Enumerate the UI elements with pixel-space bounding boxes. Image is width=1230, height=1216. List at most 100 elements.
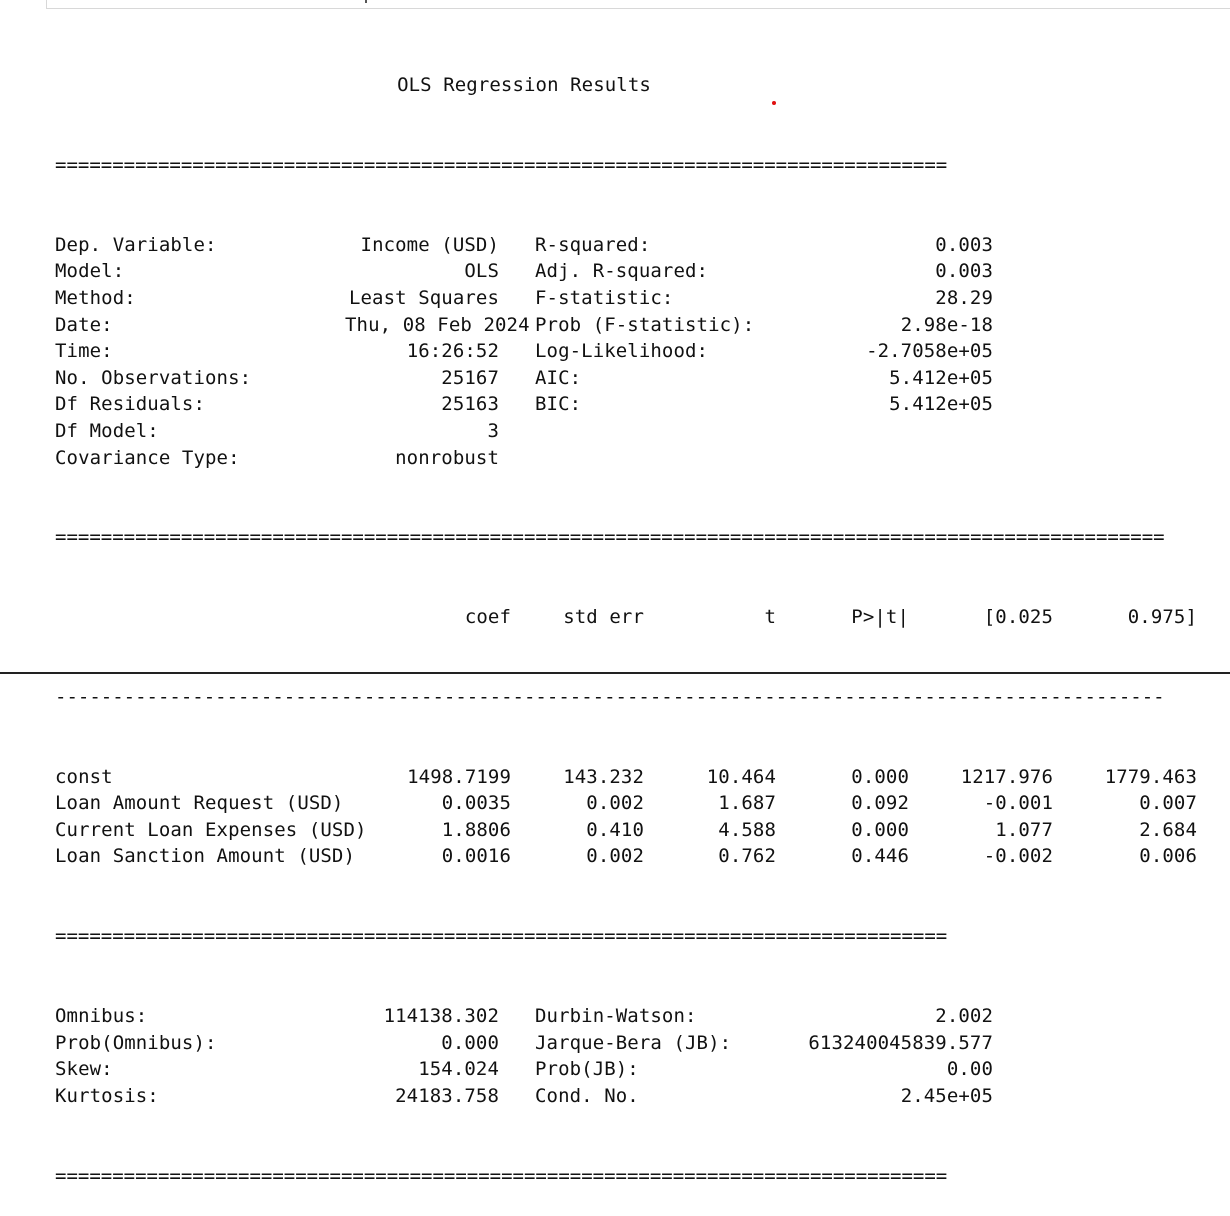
summary-row: Df Residuals: 25163 BIC: 5.412e+05 <box>55 391 1197 418</box>
diagnostics-section: Omnibus: 114138.302 Durbin-Watson: 2.002 Pro… <box>55 1003 1197 1109</box>
summary-row: Method: Least Squares F-statistic: 28.29 <box>55 285 1197 312</box>
summary-section: Dep. Variable: Income (USD) R-squared: 0.00… <box>55 232 1197 471</box>
column-header: 0.975] <box>1127 606 1197 629</box>
stat-label: Log-Likelihood: <box>535 340 709 363</box>
separator-double: ========================================… <box>55 1164 948 1187</box>
separator-double: ========================================… <box>55 925 948 948</box>
stat-value: 154.024 <box>418 1058 499 1081</box>
stat-label: Time: <box>55 340 113 363</box>
stat-label: Method: <box>55 286 136 309</box>
separator-single-long: ----------------------------------------… <box>55 685 1165 708</box>
stat-value: Least Squares <box>348 286 499 309</box>
coef-cell: 0.446 <box>851 845 909 868</box>
stat-value: 0.00 <box>946 1058 993 1081</box>
coef-row: Current Loan Expenses (USD) 1.8806 0.410 4.… <box>55 817 1197 844</box>
separator-double-long: ========================================… <box>55 526 1165 549</box>
coef-cell: 1.687 <box>718 792 776 815</box>
stat-value: 25167 <box>441 366 499 389</box>
stat-label: Skew: <box>55 1058 113 1081</box>
separator-double: ========================================… <box>55 153 948 176</box>
coef-cell: 1.8806 <box>441 818 511 841</box>
coef-cell: 1.077 <box>995 818 1053 841</box>
stat-label: Df Residuals: <box>55 393 206 416</box>
coef-cell: 0.000 <box>851 765 909 788</box>
stat-label: Prob (F-statistic): <box>535 313 755 336</box>
stat-label: Prob(JB): <box>535 1058 639 1081</box>
stat-value: 3 <box>487 419 499 442</box>
stat-label: Omnibus: <box>55 1004 148 1027</box>
stat-value: 613240045839.577 <box>808 1031 993 1054</box>
stat-value: 5.412e+05 <box>889 366 993 389</box>
summary-row: Time: 16:26:52 Log-Likelihood: -2.7058e+05 <box>55 338 1197 365</box>
stat-value: nonrobust <box>395 446 499 469</box>
coef-cell: 10.464 <box>706 765 776 788</box>
results-title: OLS Regression Results <box>397 74 651 97</box>
coef-cell: 4.588 <box>718 818 776 841</box>
stat-value: 16:26:52 <box>406 340 499 363</box>
column-header: std err <box>563 606 644 629</box>
coef-cell: 0.002 <box>586 845 644 868</box>
stat-label: Durbin-Watson: <box>535 1004 697 1027</box>
coef-table-header: coef std err t P>|t| [0.025 0.975] <box>55 604 1197 631</box>
variable-name: Current Loan Expenses (USD) <box>55 818 367 841</box>
coef-cell: 0.000 <box>851 818 909 841</box>
stat-value: OLS <box>464 260 499 283</box>
coef-cell: 2.684 <box>1139 818 1197 841</box>
stat-label: Cond. No. <box>535 1084 639 1107</box>
stat-label: F-statistic: <box>535 286 674 309</box>
stat-label: Model: <box>55 260 125 283</box>
diagnostic-row: Omnibus: 114138.302 Durbin-Watson: 2.002 <box>55 1003 1197 1030</box>
coef-cell: 143.232 <box>563 765 644 788</box>
coef-cell: 1779.463 <box>1104 765 1197 788</box>
stat-value: 114138.302 <box>383 1004 499 1027</box>
stat-value: Thu, 08 Feb 2024 <box>345 313 530 336</box>
variable-name: const <box>55 765 113 788</box>
stat-value: 2.002 <box>935 1004 993 1027</box>
variable-name: Loan Sanction Amount (USD) <box>55 845 356 868</box>
stat-label: AIC: <box>535 366 582 389</box>
stat-value: 0.003 <box>935 260 993 283</box>
summary-row: Dep. Variable: Income (USD) R-squared: 0.00… <box>55 232 1197 259</box>
diagnostic-row: Prob(Omnibus): 0.000 Jarque-Bera (JB): 6132… <box>55 1030 1197 1057</box>
stat-label: No. Observations: <box>55 366 252 389</box>
coef-cell: 0.092 <box>851 792 909 815</box>
stat-label: Prob(Omnibus): <box>55 1031 217 1054</box>
bottom-border <box>0 672 1230 674</box>
diagnostic-row: Kurtosis: 24183.758 Cond. No. 2.45e+05 <box>55 1083 1197 1110</box>
coef-cell: -0.001 <box>983 792 1053 815</box>
coef-cell: 0.002 <box>586 792 644 815</box>
stat-label: Date: <box>55 313 113 336</box>
stat-label: Dep. Variable: <box>55 233 217 256</box>
coef-cell: 0.007 <box>1139 792 1197 815</box>
cell-frame-mark <box>365 0 367 3</box>
coef-cell: 0.410 <box>586 818 644 841</box>
column-header: [0.025 <box>983 606 1053 629</box>
stat-value: 5.412e+05 <box>889 393 993 416</box>
coef-row: Loan Sanction Amount (USD) 0.0016 0.002 0.7… <box>55 843 1197 870</box>
summary-row: Covariance Type: nonrobust <box>55 445 1197 472</box>
stat-label: BIC: <box>535 393 582 416</box>
coef-row: const 1498.7199 143.232 10.464 0.000 1217.976… <box>55 764 1197 791</box>
stat-label: Df Model: <box>55 419 159 442</box>
coef-cell: 0.006 <box>1139 845 1197 868</box>
results-title-line: OLS Regression Results <box>55 72 1197 99</box>
coef-cell: 0.0016 <box>441 845 511 868</box>
coef-row: Loan Amount Request (USD) 0.0035 0.002 1.68… <box>55 790 1197 817</box>
stat-value: -2.7058e+05 <box>866 340 993 363</box>
coef-cell: -0.002 <box>983 845 1053 868</box>
stat-value: 28.29 <box>935 286 993 309</box>
summary-row: No. Observations: 25167 AIC: 5.412e+05 <box>55 365 1197 392</box>
coef-cell: 1498.7199 <box>407 765 511 788</box>
coef-table-body: const 1498.7199 143.232 10.464 0.000 1217.976… <box>55 764 1197 870</box>
column-header: coef <box>464 606 511 629</box>
coef-cell: 1217.976 <box>960 765 1053 788</box>
stat-value: 24183.758 <box>395 1084 499 1107</box>
stat-label: Kurtosis: <box>55 1084 159 1107</box>
stat-label: Jarque-Bera (JB): <box>535 1031 732 1054</box>
variable-name: Loan Amount Request (USD) <box>55 792 344 815</box>
stat-value: 2.45e+05 <box>900 1084 993 1107</box>
ols-results-output: OLS Regression Results =================… <box>55 19 1197 1216</box>
diagnostic-row: Skew: 154.024 Prob(JB): 0.00 <box>55 1056 1197 1083</box>
coef-cell: 0.762 <box>718 845 776 868</box>
summary-row: Model: OLS Adj. R-squared: 0.003 <box>55 258 1197 285</box>
